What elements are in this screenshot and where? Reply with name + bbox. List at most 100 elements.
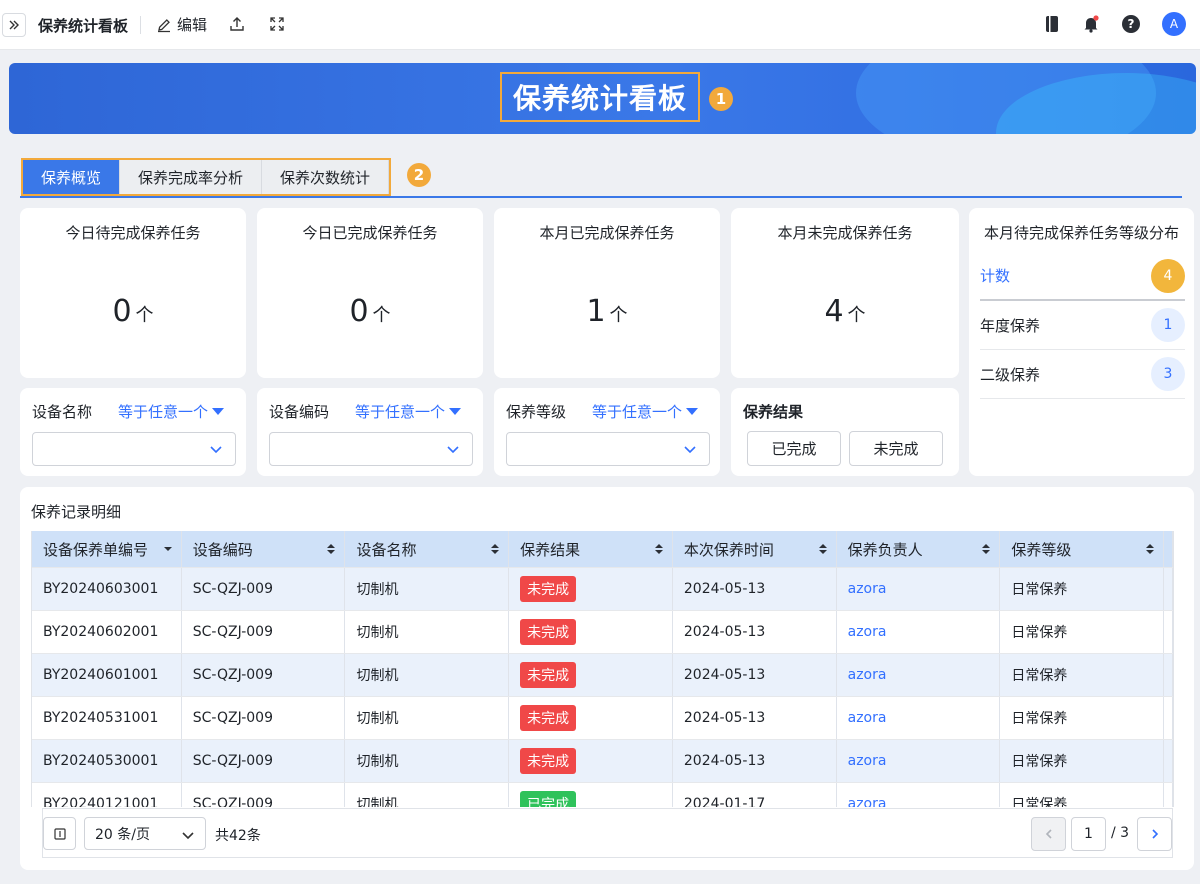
cell-owner[interactable]: azora: [837, 611, 1001, 653]
notebook-icon[interactable]: [1044, 15, 1060, 33]
cell-time: 2024-05-13: [673, 611, 837, 653]
cell-code: SC-QZJ-009: [182, 697, 346, 739]
table-row[interactable]: BY20240121001 SC-QZJ-009 切制机 已完成 2024-01-17 a…: [32, 783, 1173, 807]
cell-owner[interactable]: azora: [837, 783, 1001, 807]
next-page-button[interactable]: [1137, 817, 1172, 851]
page-size-value: 20 条/页: [95, 826, 150, 843]
prev-page-button[interactable]: [1031, 817, 1066, 851]
distribution-label: 年度保养: [980, 316, 1041, 335]
tabs-highlight: 保养概览 保养完成率分析 保养次数统计: [21, 158, 392, 196]
total-pages: / 3: [1111, 825, 1130, 841]
result-incomplete-button[interactable]: 未完成: [849, 431, 943, 466]
filter-operator-dropdown[interactable]: 等于任意一个: [118, 401, 225, 422]
filter-device-name: 设备名称 等于任意一个: [20, 388, 246, 476]
column-header-level[interactable]: 保养等级: [1000, 531, 1165, 567]
filter-device-code: 设备编码 等于任意一个: [257, 388, 483, 476]
table-scroll-gutter: [1164, 531, 1173, 567]
device-code-select[interactable]: [269, 432, 473, 466]
column-header-code[interactable]: 设备编码: [182, 531, 346, 567]
kpi-value: 0个: [349, 294, 391, 329]
kpi-card-month-done: 本月已完成保养任务 1个: [494, 208, 720, 378]
column-header-name[interactable]: 设备名称: [345, 531, 510, 567]
banner-title-highlight: 保养统计看板: [500, 72, 700, 122]
share-button[interactable]: [228, 15, 246, 37]
pencil-icon: [158, 18, 170, 32]
table-scroll-gutter: [1164, 740, 1173, 782]
table-body: BY20240603001 SC-QZJ-009 切制机 未完成 2024-05-13 a…: [32, 568, 1173, 807]
toolbar-divider: [140, 16, 141, 34]
sort-icon: [327, 544, 336, 554]
step-marker-1: 1: [709, 87, 733, 111]
avatar[interactable]: A: [1162, 12, 1186, 36]
device-name-select[interactable]: [32, 432, 236, 466]
column-header-result[interactable]: 保养结果: [509, 531, 673, 567]
cell-name: 切制机: [345, 654, 510, 696]
owner-link[interactable]: azora: [848, 753, 887, 769]
table-title: 保养记录明细: [31, 503, 122, 521]
owner-link[interactable]: azora: [848, 796, 887, 807]
caret-down-icon: [212, 408, 225, 415]
current-page-input[interactable]: 1: [1071, 817, 1106, 851]
kpi-title: 今日待完成保养任务: [65, 224, 201, 242]
help-icon[interactable]: ?: [1122, 15, 1140, 33]
filter-label: 设备名称: [32, 403, 93, 421]
table-scroll-gutter: [1164, 654, 1173, 696]
status-badge: 未完成: [520, 619, 577, 645]
cell-owner[interactable]: azora: [837, 568, 1001, 610]
column-header-id[interactable]: 设备保养单编号: [32, 531, 182, 567]
column-header-owner[interactable]: 保养负责人: [837, 531, 1001, 567]
page-size-select[interactable]: 20 条/页: [84, 817, 206, 850]
kpi-value: 0个: [112, 294, 154, 329]
distribution-header-row: 计数 4: [980, 252, 1185, 301]
cell-owner[interactable]: azora: [837, 654, 1001, 696]
bell-icon[interactable]: [1082, 15, 1100, 33]
cell-result: 未完成: [509, 654, 673, 696]
top-toolbar: 保养统计看板 编辑 ? A: [0, 0, 1200, 50]
cell-owner[interactable]: azora: [837, 740, 1001, 782]
result-completed-button[interactable]: 已完成: [747, 431, 841, 466]
sort-desc-icon: [163, 547, 172, 551]
cell-id: BY20240603001: [32, 568, 182, 610]
table-header-row: 设备保养单编号 设备编码 设备名称 保养结果 本次保养时间 保养负责人 保养等级: [32, 531, 1173, 568]
level-select[interactable]: [506, 432, 710, 466]
cell-time: 2024-05-13: [673, 654, 837, 696]
owner-link[interactable]: azora: [848, 710, 887, 726]
distribution-row[interactable]: 二级保养 3: [980, 350, 1185, 399]
edit-button[interactable]: 编辑: [156, 14, 207, 35]
table-row[interactable]: BY20240601001 SC-QZJ-009 切制机 未完成 2024-05-13 a…: [32, 654, 1173, 697]
kpi-title: 今日已完成保养任务: [302, 224, 438, 242]
tab-count-stats[interactable]: 保养次数统计: [262, 160, 390, 194]
filter-label: 保养结果: [743, 403, 804, 421]
table-row[interactable]: BY20240531001 SC-QZJ-009 切制机 未完成 2024-05-13 a…: [32, 697, 1173, 740]
expand-sidebar-button[interactable]: [2, 13, 26, 37]
owner-link[interactable]: azora: [848, 581, 887, 597]
cell-level: 日常保养: [1000, 783, 1165, 807]
status-badge: 未完成: [520, 748, 577, 774]
distribution-row[interactable]: 年度保养 1: [980, 301, 1185, 350]
filter-operator-dropdown[interactable]: 等于任意一个: [592, 401, 699, 422]
cell-code: SC-QZJ-009: [182, 740, 346, 782]
table-row[interactable]: BY20240530001 SC-QZJ-009 切制机 未完成 2024-05-13 a…: [32, 740, 1173, 783]
column-settings-button[interactable]: [43, 817, 76, 850]
tab-overview[interactable]: 保养概览: [23, 160, 121, 194]
owner-link[interactable]: azora: [848, 624, 887, 640]
tab-completion-rate[interactable]: 保养完成率分析: [120, 160, 263, 194]
table-scroll-gutter: [1164, 697, 1173, 739]
cell-owner[interactable]: azora: [837, 697, 1001, 739]
level-distribution-card: 本月待完成保养任务等级分布 计数 4 年度保养 1 二级保养 3: [969, 208, 1194, 476]
column-header-time[interactable]: 本次保养时间: [673, 531, 837, 567]
table-row[interactable]: BY20240603001 SC-QZJ-009 切制机 未完成 2024-05-13 a…: [32, 568, 1173, 611]
fullscreen-button[interactable]: [268, 15, 286, 37]
cell-code: SC-QZJ-009: [182, 568, 346, 610]
sort-icon: [982, 544, 991, 554]
table-row[interactable]: BY20240602001 SC-QZJ-009 切制机 未完成 2024-05-13 a…: [32, 611, 1173, 654]
records-table-card: 保养记录明细 设备保养单编号 设备编码 设备名称 保养结果 本次保养时间 保养负…: [20, 487, 1194, 870]
owner-link[interactable]: azora: [848, 667, 887, 683]
distribution-count: 3: [1151, 357, 1185, 391]
kpi-card-today-pending: 今日待完成保养任务 0个: [20, 208, 246, 378]
cell-time: 2024-01-17: [673, 783, 837, 807]
filter-operator-dropdown[interactable]: 等于任意一个: [355, 401, 462, 422]
filter-label: 设备编码: [269, 403, 330, 421]
distribution-total-count: 4: [1151, 258, 1185, 293]
filter-level: 保养等级 等于任意一个: [494, 388, 720, 476]
